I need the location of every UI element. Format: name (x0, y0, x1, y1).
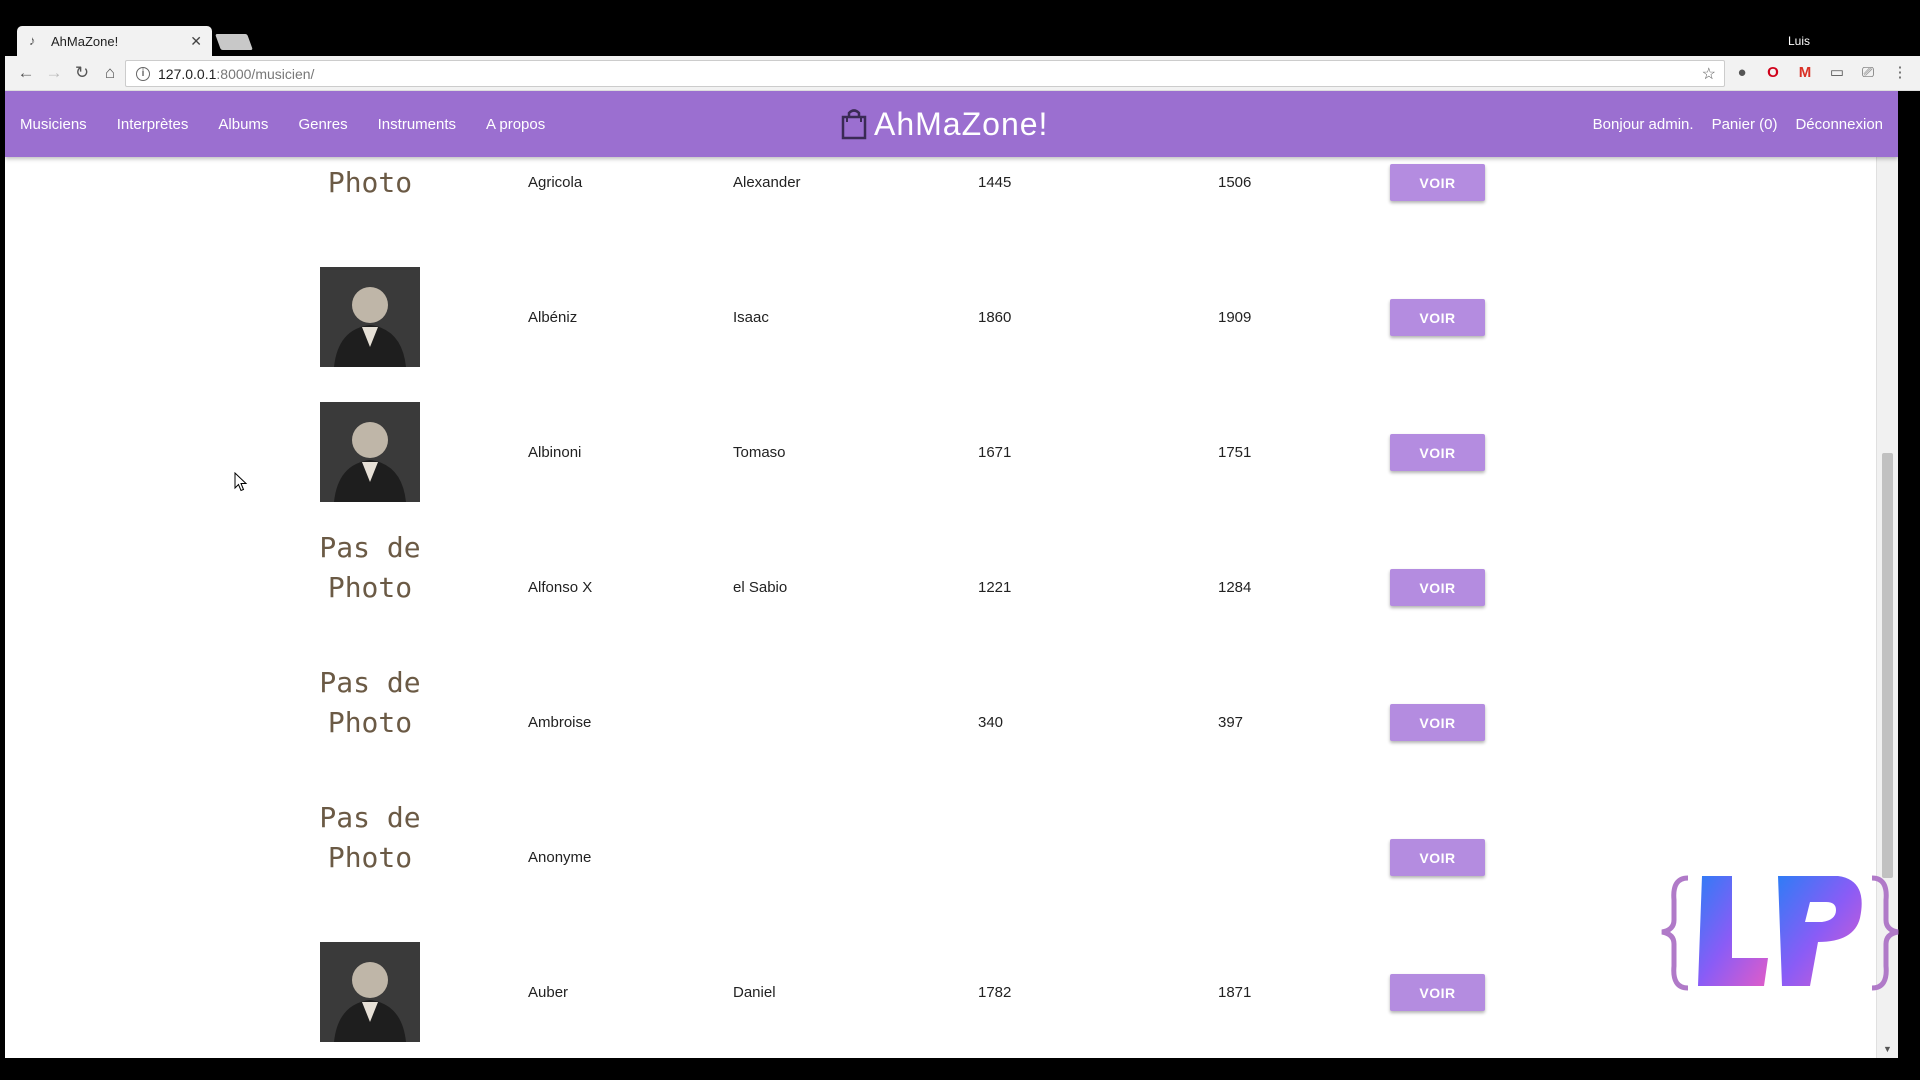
cell-prenom: Isaac (733, 309, 769, 326)
user-nav: Bonjour admin. Panier (0) Déconnexion (1593, 91, 1883, 157)
table-row: Pas de Photo Anonyme VOIR (5, 790, 1898, 925)
main-nav: Musiciens Interprètes Albums Genres Inst… (20, 91, 560, 157)
url-host: 127.0.0.1 (158, 65, 217, 82)
cell-mort: 1871 (1218, 984, 1252, 1001)
table-row: Pas de Photo Ambroise 340 397 VOIR (5, 655, 1898, 790)
musician-photo (320, 942, 420, 1042)
voir-button[interactable]: VOIR (1390, 974, 1485, 1011)
cell-nom: Anonyme (528, 849, 592, 866)
info-icon[interactable]: i (136, 66, 150, 81)
cell-naissance: 1671 (978, 444, 1012, 461)
profile-name[interactable]: Luis (1788, 34, 1810, 48)
cell-nom: Albéniz (528, 309, 578, 326)
cell-prenom: Tomaso (733, 444, 786, 461)
cell-prenom: Daniel (733, 984, 776, 1001)
greeting: Bonjour admin. (1592, 115, 1694, 133)
cell-naissance: 340 (978, 714, 1004, 731)
logout-link[interactable]: Déconnexion (1795, 116, 1883, 133)
shopping-bag-icon (841, 109, 867, 140)
cast-icon[interactable]: ⎚ (1858, 63, 1878, 83)
no-photo-placeholder: Pas de Photo (319, 531, 421, 604)
table-row: Auber Daniel 1782 1871 VOIR (5, 925, 1898, 1058)
cell-mort: 1909 (1218, 309, 1252, 326)
musicien-table: Pas de Photo Agricola Alexander 1445 1506 VOI… (5, 91, 1898, 1058)
musician-photo (320, 267, 420, 367)
browser-tab[interactable]: ♪ AhMaZone! ✕ (17, 26, 212, 56)
scroll-thumb[interactable] (1882, 453, 1893, 878)
nav-musiciens[interactable]: Musiciens (20, 116, 102, 133)
cell-prenom: el Sabio (733, 579, 788, 596)
voir-button[interactable]: VOIR (1390, 704, 1485, 741)
tab-title: AhMaZone! (51, 33, 119, 49)
cell-nom: Albinoni (528, 444, 582, 461)
cell-mort: 1284 (1218, 579, 1252, 596)
voir-button[interactable]: VOIR (1390, 164, 1485, 201)
cell-mort: 1506 (1218, 174, 1252, 191)
back-icon[interactable]: ← (15, 62, 37, 84)
brand-name: AhMaZone! (874, 105, 1049, 142)
nav-instruments[interactable]: Instruments (363, 116, 471, 133)
cell-mort: 397 (1218, 714, 1244, 731)
site-navbar: Musiciens Interprètes Albums Genres Inst… (5, 91, 1898, 157)
close-icon[interactable]: ✕ (190, 33, 202, 50)
table-row: Albéniz Isaac 1860 1909 VOIR (5, 250, 1898, 385)
site-logo[interactable]: AhMaZone! (840, 103, 1048, 145)
cell-mort: 1751 (1218, 444, 1252, 461)
browser-toolbar: ← → ↻ ⌂ i 127.0.0.1:8000/musicien/ ☆ ● O… (5, 56, 1920, 91)
cell-nom: Agricola (528, 174, 583, 191)
menu-icon[interactable]: ⋮ (1890, 63, 1910, 83)
music-note-icon: ♪ (29, 33, 36, 48)
mouse-cursor-icon (234, 472, 248, 492)
url-path: :8000/musicien/ (216, 65, 315, 82)
nav-interpretes[interactable]: Interprètes (102, 116, 204, 133)
voir-button[interactable]: VOIR (1390, 839, 1485, 876)
cell-naissance: 1221 (978, 579, 1012, 596)
forward-icon[interactable]: → (43, 62, 65, 84)
voir-button[interactable]: VOIR (1390, 569, 1485, 606)
cell-nom: Alfonso X (528, 579, 593, 596)
gmail-icon[interactable]: M (1795, 63, 1815, 83)
address-bar[interactable]: i 127.0.0.1:8000/musicien/ ☆ (125, 60, 1725, 87)
bookmark-star-icon[interactable]: ☆ (1702, 64, 1716, 84)
reload-icon[interactable]: ↻ (71, 62, 93, 84)
cell-nom: Auber (528, 984, 569, 1001)
cell-naissance: 1782 (978, 984, 1012, 1001)
cell-prenom: Alexander (733, 174, 801, 191)
nav-a-propos[interactable]: A propos (471, 116, 560, 133)
scroll-down-icon[interactable]: ▼ (1883, 1044, 1892, 1054)
opera-icon[interactable]: O (1763, 63, 1783, 83)
home-icon[interactable]: ⌂ (99, 62, 121, 84)
nav-genres[interactable]: Genres (283, 116, 362, 133)
table-row: Albinoni Tomaso 1671 1751 VOIR (5, 385, 1898, 520)
extension-icon[interactable]: ● (1732, 63, 1752, 83)
musician-photo (320, 402, 420, 502)
tab-strip: ♪ AhMaZone! ✕ Luis (5, 22, 1920, 56)
table-row: Pas de Photo Alfonso X el Sabio 1221 1284 VOI… (5, 520, 1898, 655)
screen-extension-icon[interactable]: ▭ (1827, 63, 1847, 83)
nav-albums[interactable]: Albums (203, 116, 283, 133)
voir-button[interactable]: VOIR (1390, 299, 1485, 336)
new-tab-button[interactable] (215, 34, 253, 50)
no-photo-placeholder: Pas de Photo (319, 801, 421, 874)
screen: ♪ AhMaZone! ✕ Luis ← → ↻ ⌂ i 127.0.0.1:8… (0, 0, 1920, 1080)
voir-button[interactable]: VOIR (1390, 434, 1485, 471)
lp-watermark-logo (1661, 875, 1899, 991)
cell-nom: Ambroise (528, 714, 592, 731)
no-photo-placeholder: Pas de Photo (319, 666, 421, 739)
cart-link[interactable]: Panier (0) (1712, 116, 1778, 133)
cell-naissance: 1445 (978, 174, 1012, 191)
cell-naissance: 1860 (978, 309, 1012, 326)
page-viewport: Pas de Photo Agricola Alexander 1445 1506 VOI… (5, 91, 1898, 1058)
